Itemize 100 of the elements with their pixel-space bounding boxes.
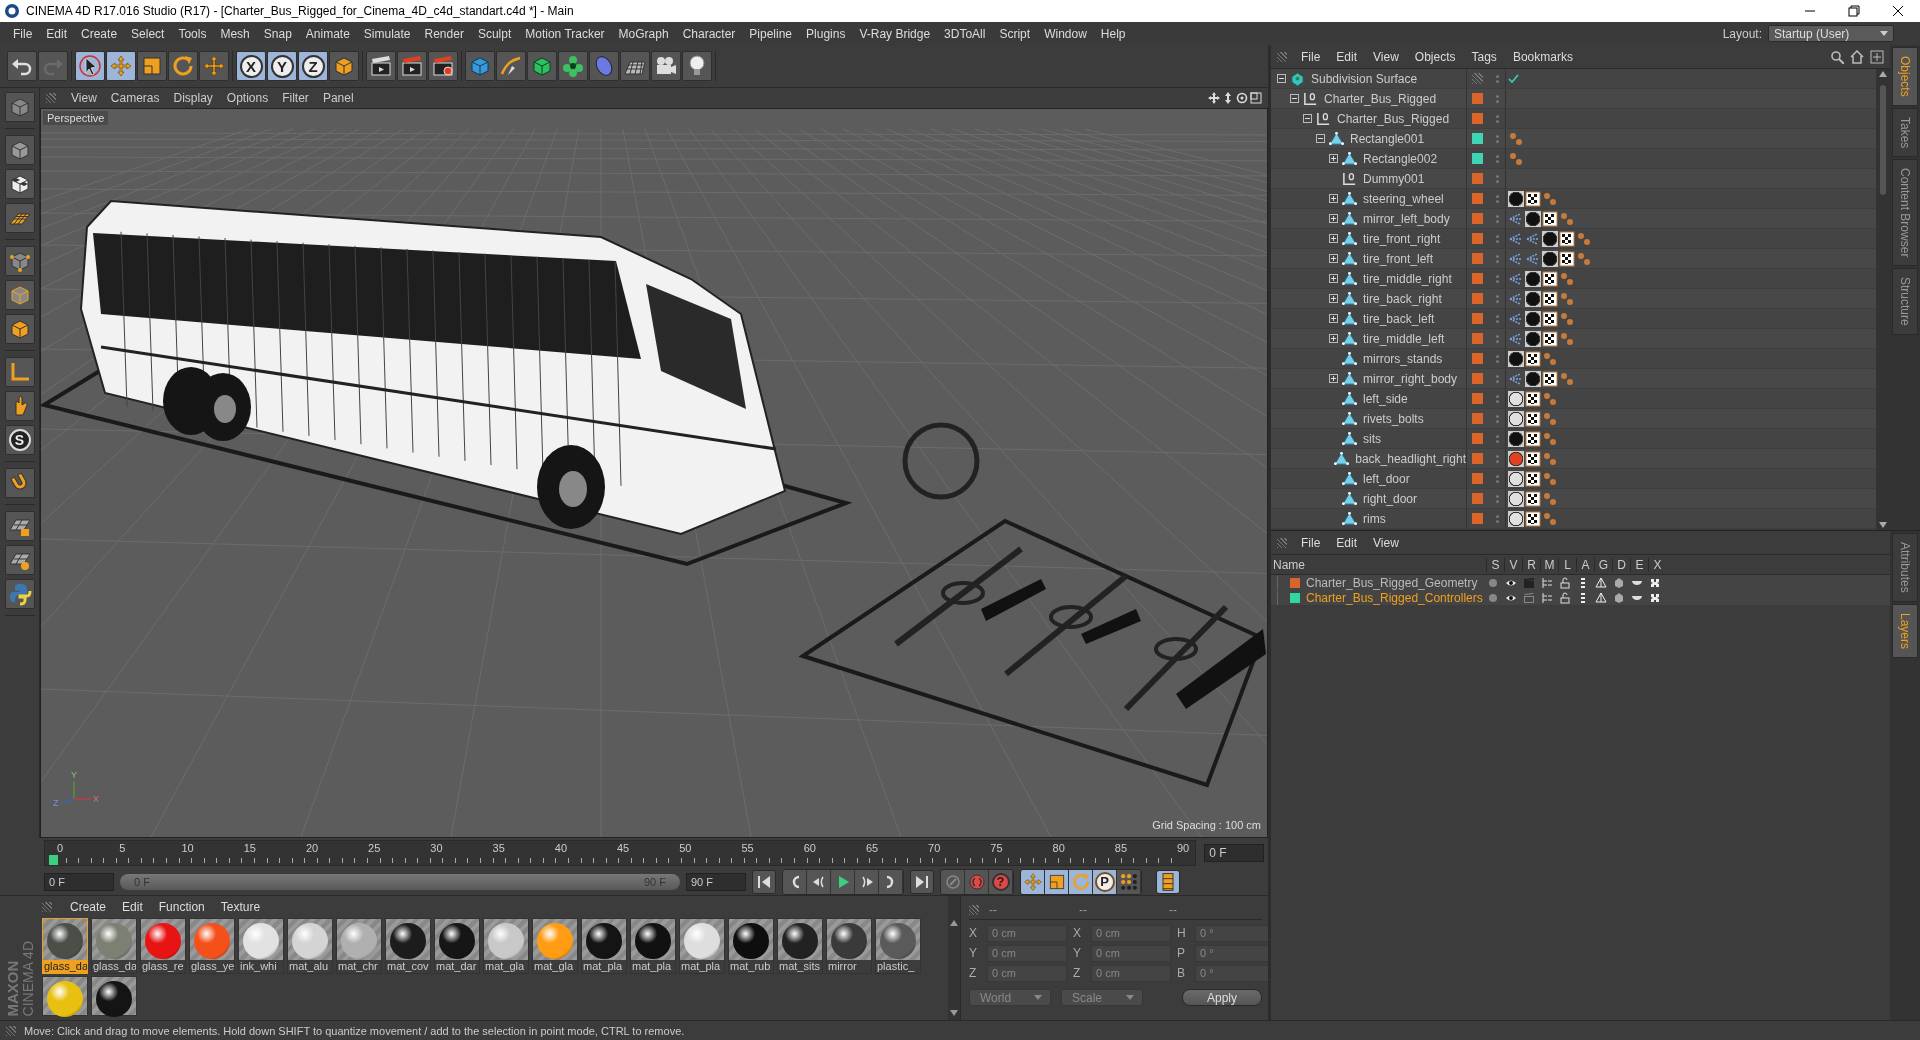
object-name[interactable]: rims bbox=[1363, 511, 1386, 526]
layout-dropdown[interactable]: Startup (User) bbox=[1768, 25, 1894, 42]
apply-button[interactable]: Apply bbox=[1182, 989, 1262, 1006]
expand-icon[interactable] bbox=[1328, 294, 1338, 303]
menu-item[interactable]: File bbox=[1293, 49, 1329, 64]
mode-button[interactable] bbox=[4, 314, 35, 344]
menu-item[interactable]: Window bbox=[1037, 26, 1094, 41]
material-tile[interactable]: mat_dar bbox=[434, 918, 480, 974]
tool-button[interactable] bbox=[682, 51, 712, 81]
material-tile[interactable]: glass_ye bbox=[189, 918, 235, 974]
object-name[interactable]: left_door bbox=[1363, 471, 1410, 486]
tool-button[interactable] bbox=[106, 51, 136, 81]
tool-button[interactable] bbox=[366, 51, 396, 81]
start-frame-field[interactable]: 0 F bbox=[44, 872, 114, 891]
side-tab[interactable]: Structure bbox=[1892, 268, 1918, 336]
menu-item[interactable]: File bbox=[6, 26, 40, 41]
collapse-icon[interactable] bbox=[1302, 114, 1312, 123]
grip-icon[interactable] bbox=[1277, 537, 1287, 548]
object-name[interactable]: Dummy001 bbox=[1363, 171, 1425, 186]
menu-item[interactable]: Render bbox=[417, 26, 471, 41]
menu-item[interactable]: Help bbox=[1093, 26, 1133, 41]
object-name[interactable]: mirrors_stands bbox=[1363, 351, 1443, 366]
expand-icon[interactable] bbox=[1328, 214, 1338, 223]
menu-item[interactable]: Tools bbox=[171, 26, 214, 41]
menu-item[interactable]: Simulate bbox=[356, 26, 418, 41]
scroll-thumb[interactable] bbox=[1880, 85, 1886, 195]
expand-icon[interactable] bbox=[1328, 374, 1338, 383]
tool-button[interactable] bbox=[558, 51, 588, 81]
viewport-menu-item[interactable]: Options bbox=[219, 91, 276, 105]
object-name[interactable]: tire_back_right bbox=[1363, 291, 1442, 306]
side-tab[interactable]: Takes bbox=[1892, 107, 1918, 158]
key-mode-button[interactable]: P bbox=[1093, 869, 1117, 894]
menu-item[interactable]: Mesh bbox=[213, 26, 257, 41]
material-tile[interactable]: ink_whi bbox=[238, 918, 284, 974]
expand-icon[interactable] bbox=[1328, 194, 1338, 203]
material-tag[interactable] bbox=[1508, 390, 1524, 407]
menu-item[interactable]: Tags bbox=[1463, 49, 1505, 64]
mode-button[interactable] bbox=[4, 135, 35, 165]
tool-button[interactable] bbox=[168, 51, 198, 81]
object-name[interactable]: tire_middle_left bbox=[1363, 331, 1445, 346]
menu-item[interactable]: Create bbox=[74, 26, 125, 41]
material-tag[interactable] bbox=[1542, 250, 1558, 267]
material-tag[interactable] bbox=[1508, 190, 1524, 207]
material-tag[interactable] bbox=[1508, 410, 1524, 427]
mode-button[interactable] bbox=[4, 391, 35, 421]
record-button[interactable] bbox=[965, 869, 989, 894]
mode-button[interactable] bbox=[4, 511, 35, 541]
collapse-icon[interactable] bbox=[1289, 94, 1299, 103]
object-name[interactable]: back_headlight_right bbox=[1355, 451, 1466, 466]
material-tag[interactable] bbox=[1525, 210, 1541, 227]
expand-icon[interactable] bbox=[1328, 334, 1338, 343]
material-tile[interactable]: mat_pla bbox=[581, 918, 627, 974]
object-name[interactable]: rivets_bolts bbox=[1363, 411, 1424, 426]
mode-button[interactable] bbox=[4, 246, 35, 276]
key-mode-button[interactable] bbox=[1069, 869, 1093, 894]
material-tag[interactable] bbox=[1508, 490, 1524, 507]
side-tab[interactable]: Attributes bbox=[1892, 533, 1918, 602]
object-name[interactable]: Subdivision Surface bbox=[1311, 71, 1418, 86]
menu-item[interactable]: Texture bbox=[212, 900, 269, 914]
step-forward-button[interactable] bbox=[855, 869, 879, 894]
tool-button[interactable] bbox=[496, 51, 526, 81]
material-tag[interactable] bbox=[1525, 270, 1541, 287]
object-name[interactable]: Charter_Bus_Rigged bbox=[1337, 111, 1450, 126]
grip-icon[interactable] bbox=[42, 902, 52, 912]
collapse-icon[interactable] bbox=[1315, 134, 1325, 143]
object-name[interactable]: Rectangle002 bbox=[1363, 151, 1438, 166]
key-mode-button[interactable] bbox=[1045, 869, 1069, 894]
collapse-icon[interactable] bbox=[1276, 74, 1286, 83]
menu-item[interactable]: Pipeline bbox=[742, 26, 800, 41]
menu-item[interactable]: Select bbox=[124, 26, 172, 41]
menu-item[interactable]: Edit bbox=[1328, 49, 1366, 64]
menu-item[interactable]: Snap bbox=[256, 26, 299, 41]
object-name[interactable]: mirror_right_body bbox=[1363, 371, 1458, 386]
timeline-ruler[interactable]: 0 5 10 15 20 25 30 35 40 45 50 55 60 65 70 75 80 85 90 bbox=[44, 840, 1197, 866]
material-tile[interactable]: mat_alu bbox=[287, 918, 333, 974]
key-button[interactable] bbox=[941, 869, 965, 894]
material-tile[interactable]: mat_pla bbox=[630, 918, 676, 974]
material-tile[interactable]: mat_gla bbox=[483, 918, 529, 974]
object-name[interactable]: mirror_left_body bbox=[1363, 211, 1450, 226]
tool-button[interactable] bbox=[428, 51, 458, 81]
material-tag[interactable] bbox=[1525, 290, 1541, 307]
frame-field[interactable]: 0 F bbox=[1204, 844, 1264, 862]
tool-button[interactable] bbox=[329, 51, 359, 81]
last-frame-button[interactable] bbox=[910, 869, 934, 894]
expand-icon[interactable] bbox=[1328, 154, 1338, 163]
menu-item[interactable]: Sculpt bbox=[470, 26, 519, 41]
material-tag[interactable] bbox=[1508, 510, 1524, 527]
material-tile[interactable]: mat_rub bbox=[728, 918, 774, 974]
object-name[interactable]: right_door bbox=[1363, 491, 1418, 506]
mode-button[interactable] bbox=[4, 468, 35, 498]
object-name[interactable]: tire_front_right bbox=[1363, 231, 1441, 246]
menu-item[interactable]: MoGraph bbox=[611, 26, 676, 41]
menu-item[interactable]: Create bbox=[62, 900, 115, 914]
timeline-button[interactable] bbox=[1156, 869, 1180, 894]
grip-icon[interactable] bbox=[46, 93, 56, 103]
menu-item[interactable]: Edit bbox=[1328, 535, 1366, 550]
menu-item[interactable]: Animate bbox=[298, 26, 357, 41]
menu-item[interactable]: View bbox=[1365, 49, 1407, 64]
side-tab[interactable]: Objects bbox=[1892, 47, 1918, 106]
expand-icon[interactable] bbox=[1328, 254, 1338, 263]
